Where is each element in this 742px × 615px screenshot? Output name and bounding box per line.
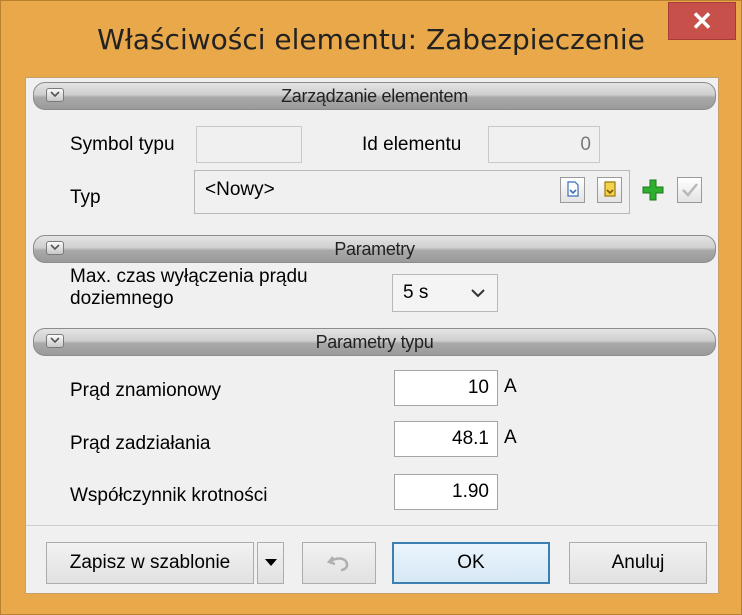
rated-current-label: Prąd znamionowy — [70, 380, 222, 401]
trip-current-label: Prąd zadziałania — [70, 433, 211, 454]
close-button[interactable]: ✕ — [668, 2, 736, 40]
type-value: <Nowy> — [205, 179, 275, 200]
section-title: Parametry typu — [315, 332, 434, 352]
window-title: Właściwości elementu: Zabezpieczenie — [97, 23, 645, 56]
max-time-label-line1: Max. czas wyłączenia prądu — [70, 266, 308, 287]
chevron-down-icon — [471, 289, 485, 298]
plus-icon — [642, 179, 663, 201]
section-header-manage[interactable]: Zarządzanie elementem — [33, 82, 716, 110]
checkmark-icon — [681, 183, 698, 197]
close-icon: ✕ — [691, 5, 713, 36]
trip-current-field[interactable]: 48.1 — [394, 421, 498, 457]
save-template-button[interactable]: Zapisz w szablonie — [46, 542, 254, 584]
max-time-value: 5 s — [403, 282, 429, 303]
section-title: Parametry — [334, 239, 415, 259]
symbol-type-label: Symbol typu — [70, 134, 175, 155]
undo-button[interactable] — [302, 542, 376, 584]
add-type-button[interactable] — [640, 177, 665, 203]
section-title: Zarządzanie elementem — [281, 86, 468, 106]
element-id-label: Id elementu — [362, 134, 462, 155]
element-id-field: 0 — [488, 126, 600, 163]
save-template-label: Zapisz w szablonie — [69, 552, 231, 573]
max-time-label: Max. czas wyłączenia prądu doziemnego — [70, 266, 308, 310]
cancel-button[interactable]: Anuluj — [569, 542, 707, 584]
dialog-client-area: Zarządzanie elementem Symbol typu Id ele… — [25, 77, 719, 594]
trip-current-unit: A — [504, 427, 517, 448]
triangle-down-icon — [264, 559, 277, 566]
multiplier-field[interactable]: 1.90 — [394, 474, 498, 510]
cancel-label: Anuluj — [611, 552, 665, 573]
multiplier-label: Współczynnik krotności — [70, 485, 268, 506]
section-header-type-parameters[interactable]: Parametry typu — [33, 328, 716, 356]
rated-current-unit: A — [504, 376, 517, 397]
undo-icon — [327, 556, 349, 572]
max-time-select[interactable]: 5 s — [392, 274, 498, 312]
document-down-icon — [566, 181, 579, 197]
save-template-dropdown-button[interactable] — [257, 542, 284, 584]
title-bar[interactable]: Właściwości elementu: Zabezpieczenie ✕ — [1, 1, 741, 77]
new-type-button[interactable] — [560, 177, 585, 203]
confirm-type-button[interactable] — [677, 177, 702, 203]
dialog-window: Właściwości elementu: Zabezpieczenie ✕ Z… — [0, 0, 742, 615]
select-type-button[interactable] — [597, 177, 622, 203]
symbol-type-field[interactable] — [196, 126, 302, 163]
max-time-label-line2: doziemnego — [70, 288, 174, 309]
type-label: Typ — [70, 187, 101, 208]
ok-button[interactable]: OK — [392, 542, 550, 584]
ok-label: OK — [457, 552, 485, 573]
rated-current-field[interactable]: 10 — [394, 370, 498, 406]
footer-separator — [26, 525, 718, 526]
section-header-parameters[interactable]: Parametry — [33, 235, 716, 263]
document-yellow-icon — [603, 181, 616, 197]
